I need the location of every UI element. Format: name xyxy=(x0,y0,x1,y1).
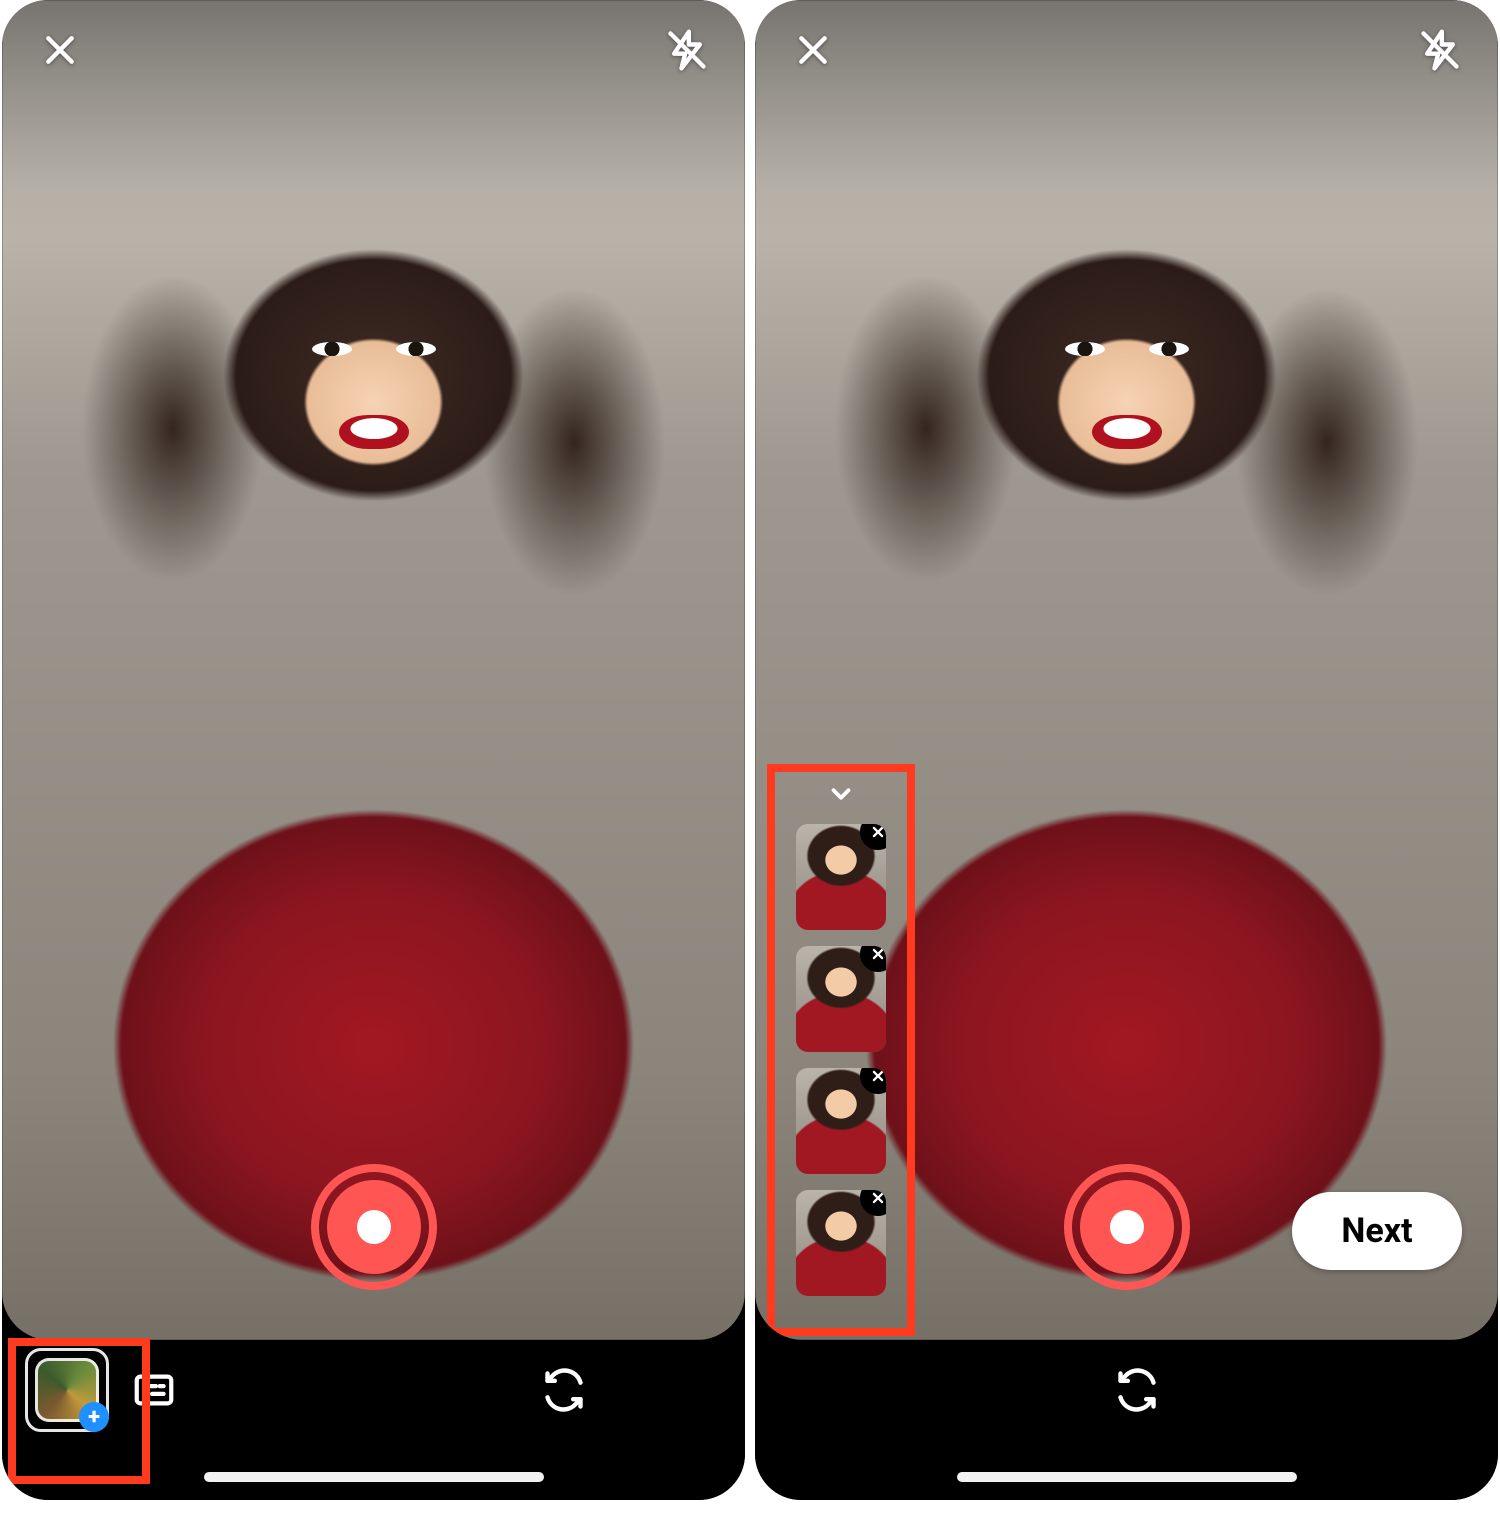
phone-left: close-icon flash-off-icon xyxy=(2,0,745,1500)
phone-pair: close-icon flash-off-icon xyxy=(0,0,1500,1500)
camera-preview-image xyxy=(2,0,745,1340)
preview-face-mouth xyxy=(1092,415,1162,449)
flash-toggle-button[interactable]: flash-off-icon xyxy=(1414,24,1466,76)
clip-thumbnail[interactable]: remove-clip-icon xyxy=(796,946,886,1052)
clip-thumbnail[interactable]: remove-clip-icon xyxy=(796,1068,886,1174)
shutter-button[interactable] xyxy=(311,1164,437,1290)
switch-camera-icon xyxy=(542,1368,586,1412)
shutter-dot xyxy=(1110,1210,1144,1244)
close-button[interactable]: close-icon xyxy=(787,24,839,76)
flash-off-icon xyxy=(665,28,709,72)
chevron-down-icon xyxy=(826,779,856,809)
close-icon xyxy=(793,30,833,70)
flash-toggle-button[interactable]: flash-off-icon xyxy=(661,24,713,76)
switch-camera-button[interactable]: switch-camera-icon xyxy=(538,1364,590,1416)
preview-face-eyes xyxy=(1057,342,1197,362)
close-button[interactable]: close-icon xyxy=(34,24,86,76)
shutter-button[interactable] xyxy=(1064,1164,1190,1290)
remove-clip-icon xyxy=(871,825,885,839)
switch-camera-slot: switch-camera-icon xyxy=(1097,1340,1177,1440)
tutorial-highlight-gallery xyxy=(8,1338,150,1484)
close-icon xyxy=(40,30,80,70)
clip-tray-inner: chevron-down-icon remove-clip-icon xyxy=(773,770,909,1330)
next-button-label: Next xyxy=(1341,1211,1412,1251)
switch-camera-icon xyxy=(1115,1368,1159,1412)
remove-clip-icon xyxy=(871,1069,885,1083)
camera-top-bar: close-icon flash-off-icon xyxy=(755,0,1498,100)
collapse-tray-button[interactable]: chevron-down-icon xyxy=(821,780,861,808)
shutter-dot xyxy=(357,1210,391,1244)
bottom-toolbar: switch-camera-icon xyxy=(755,1340,1498,1500)
remove-clip-icon xyxy=(871,947,885,961)
preview-face-mouth xyxy=(339,415,409,449)
camera-top-bar: close-icon flash-off-icon xyxy=(2,0,745,100)
screenshot-canvas: close-icon flash-off-icon xyxy=(0,0,1500,1519)
next-button[interactable]: Next xyxy=(1292,1192,1462,1270)
camera-viewport: close-icon flash-off-icon xyxy=(2,0,745,1340)
clip-tray: chevron-down-icon remove-clip-icon xyxy=(773,770,909,1330)
preview-face-eyes xyxy=(304,342,444,362)
home-indicator xyxy=(204,1472,544,1482)
clip-thumbnail[interactable]: remove-clip-icon xyxy=(796,1190,886,1296)
switch-camera-slot: switch-camera-icon xyxy=(524,1340,604,1440)
home-indicator xyxy=(957,1472,1297,1482)
flash-off-icon xyxy=(1418,28,1462,72)
clip-thumbnail[interactable]: remove-clip-icon xyxy=(796,824,886,930)
remove-clip-icon xyxy=(871,1191,885,1205)
camera-viewport: close-icon flash-off-icon chevron-down-i… xyxy=(755,0,1498,1340)
switch-camera-button[interactable]: switch-camera-icon xyxy=(1111,1364,1163,1416)
phone-right: close-icon flash-off-icon chevron-down-i… xyxy=(755,0,1498,1500)
